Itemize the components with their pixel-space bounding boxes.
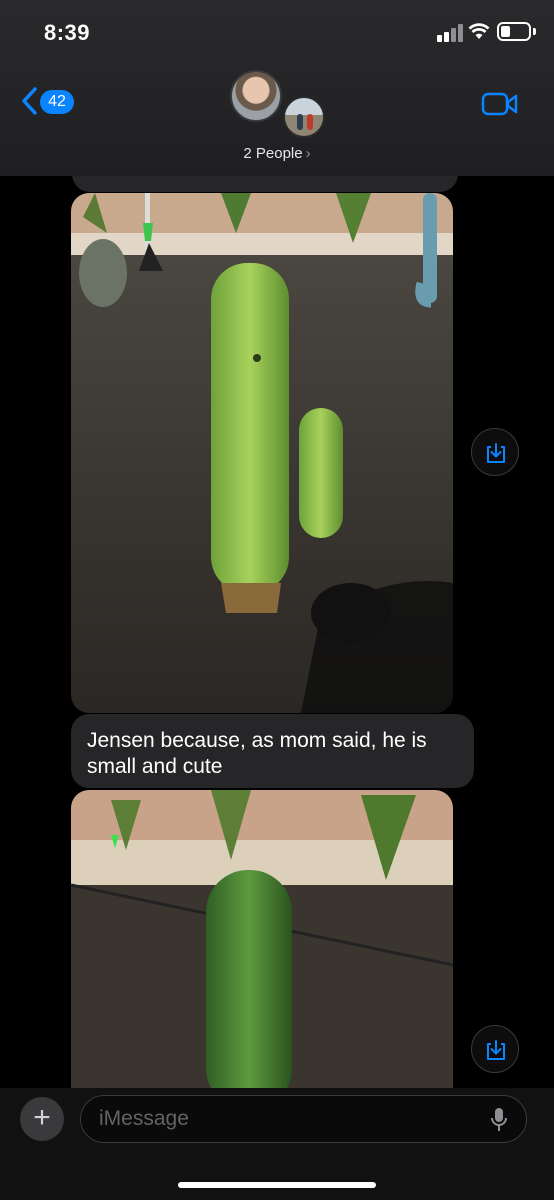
facetime-video-button[interactable]: [481, 91, 519, 117]
message-text: Jensen because, as mom said, he is small…: [87, 729, 427, 778]
battery-tip: [533, 28, 536, 35]
message-photo[interactable]: [71, 790, 453, 1090]
cellular-signal-icon: [437, 24, 463, 42]
message-input[interactable]: iMessage: [80, 1095, 527, 1143]
chevron-left-icon: [22, 87, 37, 115]
wifi-icon: [468, 21, 490, 41]
apps-plus-button[interactable]: +: [20, 1097, 64, 1141]
unread-count-badge: 42: [40, 90, 74, 114]
cactus-photo: [71, 790, 453, 1090]
battery-icon: [497, 22, 531, 41]
save-photo-button[interactable]: [471, 428, 519, 476]
video-camera-icon: [481, 92, 518, 116]
conversation-header: 8:39 42 2 People ›: [0, 0, 554, 176]
avatar[interactable]: [283, 96, 325, 138]
home-indicator: [178, 1182, 376, 1188]
message-photo[interactable]: [71, 193, 453, 713]
message-bubble[interactable]: Jensen because, as mom said, he is small…: [71, 714, 474, 788]
back-button[interactable]: 42: [20, 84, 80, 120]
message-input-placeholder: iMessage: [99, 1107, 189, 1130]
dictation-button[interactable]: [490, 1107, 508, 1138]
save-photo-button[interactable]: [471, 1025, 519, 1073]
battery-fill: [501, 26, 510, 37]
participants-button[interactable]: 2 People ›: [0, 145, 554, 162]
microphone-icon: [491, 1108, 507, 1131]
download-icon: [487, 443, 505, 463]
chevron-right-icon: ›: [305, 145, 311, 162]
status-time: 8:39: [44, 20, 91, 45]
avatar[interactable]: [230, 70, 282, 122]
cactus-photo: [71, 193, 453, 713]
participants-label: 2 People: [243, 145, 303, 162]
download-icon: [487, 1040, 505, 1060]
